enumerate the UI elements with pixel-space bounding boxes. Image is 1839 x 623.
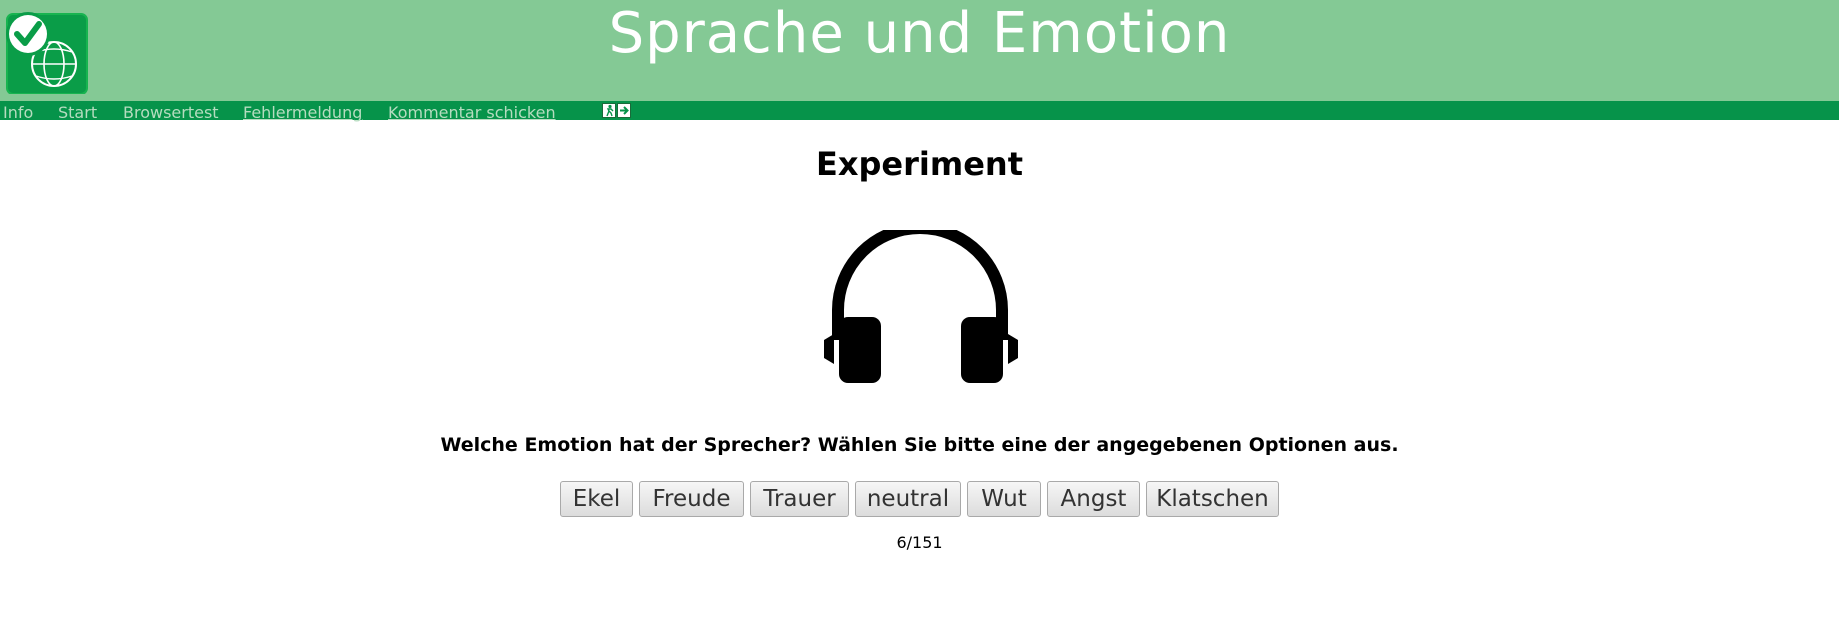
nav-item-fehlermeldung[interactable]: Fehlermeldung bbox=[243, 103, 362, 123]
headphones-icon bbox=[824, 230, 1018, 383]
nav-item-info[interactable]: Info bbox=[3, 103, 33, 123]
exit-icon[interactable] bbox=[602, 103, 632, 118]
nav-item-start[interactable]: Start bbox=[58, 103, 97, 123]
nav-item-kommentar[interactable]: Kommentar schicken bbox=[388, 103, 556, 123]
option-trauer-button[interactable]: Trauer bbox=[750, 481, 849, 517]
option-wut-button[interactable]: Wut bbox=[967, 481, 1041, 517]
nav-bar: Info Start Browsertest Fehlermeldung Kom… bbox=[0, 101, 1839, 123]
site-title: Sprache und Emotion bbox=[608, 1, 1231, 66]
option-klatschen-button[interactable]: Klatschen bbox=[1146, 481, 1279, 517]
option-angst-button[interactable]: Angst bbox=[1047, 481, 1140, 517]
question-text: Welche Emotion hat der Sprecher? Wählen … bbox=[440, 434, 1399, 456]
site-header: Sprache und Emotion bbox=[0, 0, 1839, 101]
page-heading: Experiment bbox=[816, 145, 1023, 183]
nav-item-browsertest[interactable]: Browsertest bbox=[123, 103, 219, 123]
option-freude-button[interactable]: Freude bbox=[639, 481, 744, 517]
option-ekel-button[interactable]: Ekel bbox=[560, 481, 633, 517]
progress-counter: 6/151 bbox=[896, 533, 943, 552]
option-neutral-button[interactable]: neutral bbox=[855, 481, 961, 517]
